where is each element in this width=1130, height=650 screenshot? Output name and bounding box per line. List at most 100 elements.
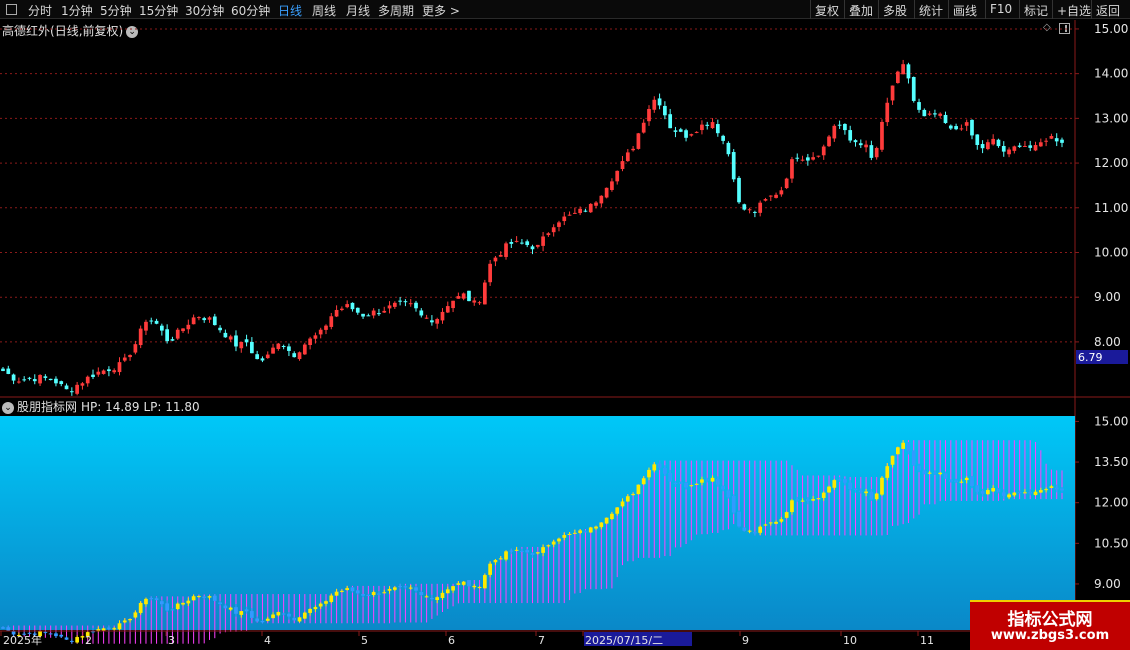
candle-body-88 — [467, 290, 471, 302]
sub-tick-label-4: 9.00 — [1094, 577, 1121, 591]
sub-candle-body-15 — [80, 636, 85, 638]
candlestick-chart[interactable]: 15.00 14.00 13.00 12.00 11.00 10.00 9.00 8.00 6.… — [0, 0, 1130, 650]
sub-candle-body-185 — [980, 491, 985, 494]
sub-candle-body-38 — [202, 596, 207, 598]
candle-body-186 — [986, 142, 990, 150]
sub-candle-body-105 — [557, 538, 561, 542]
sub-candle-body-152 — [805, 499, 810, 502]
sub-chart — [0, 416, 1075, 644]
time-label-5: 6 — [448, 634, 455, 647]
candle-body-163 — [864, 144, 868, 148]
candle-body-145 — [768, 195, 773, 197]
candle-body-83 — [440, 311, 445, 321]
sub-candle-body-125 — [663, 468, 667, 474]
time-label-7: 2025/07/15/二 — [585, 634, 663, 647]
sub-candle-body-134 — [710, 477, 715, 482]
candle-body-170 — [901, 64, 906, 75]
sub-candle-body-31 — [165, 603, 169, 611]
candle-body-148 — [784, 178, 789, 189]
time-label-1: 2 — [85, 634, 92, 647]
time-label-8: 9 — [742, 634, 749, 647]
collapse-circle-icon[interactable]: ⌄ — [2, 402, 14, 414]
candle-body-47 — [250, 341, 254, 354]
sub-candle-body-64 — [340, 590, 344, 592]
sub-candle-body-116 — [615, 507, 620, 514]
candle-body-86 — [456, 296, 461, 299]
sub-candle-body-151 — [800, 500, 805, 502]
sub-candle-body-170 — [901, 442, 906, 449]
candle-body-198 — [1049, 136, 1054, 139]
candle-body-120 — [636, 133, 641, 149]
candle-body-141 — [747, 209, 752, 211]
candle-body-35 — [186, 324, 191, 330]
sub-candle-body-41 — [218, 602, 222, 604]
sub-candle-body-90 — [477, 586, 482, 588]
candle-body-114 — [604, 187, 609, 198]
candle-body-0 — [1, 368, 5, 372]
candle-body-15 — [80, 383, 85, 386]
sub-candle-body-69 — [366, 594, 371, 596]
candle-body-40 — [212, 316, 217, 326]
sub-candle-body-120 — [636, 484, 641, 495]
sub-candle-body-83 — [440, 592, 445, 599]
sub-candle-body-13 — [69, 640, 74, 642]
sub-candle-body-111 — [588, 527, 593, 533]
sub-candle-body-176 — [933, 472, 937, 474]
sub-candle-body-140 — [742, 527, 747, 531]
sub-candle-body-71 — [377, 593, 381, 595]
candle-body-42 — [223, 332, 228, 338]
sub-candle-body-128 — [678, 482, 683, 484]
sub-candle-body-160 — [848, 482, 853, 490]
candle-body-122 — [647, 108, 651, 122]
sub-candle-body-181 — [959, 481, 964, 483]
candle-body-27 — [144, 321, 148, 331]
candle-body-104 — [551, 227, 556, 233]
sub-candle-body-88 — [467, 580, 471, 587]
sub-candle-body-58 — [308, 608, 312, 613]
candle-body-39 — [207, 317, 212, 320]
stock-chart-app: 分时 1分钟 5分钟 15分钟 30分钟 60分钟 日线 周线 月线 多周期 更多 > 复权 叠加 多股统… — [0, 0, 1130, 650]
sub-candle-body-35 — [186, 600, 191, 604]
time-label-4: 5 — [361, 634, 368, 647]
candle-body-3 — [17, 381, 21, 383]
candle-body-137 — [726, 142, 731, 155]
candle-body-124 — [657, 98, 662, 106]
candle-body-90 — [477, 302, 482, 304]
sub-candle-body-97 — [514, 549, 519, 551]
sub-candle-body-102 — [541, 547, 545, 553]
sub-candle-body-42 — [223, 605, 228, 609]
candle-body-66 — [350, 302, 355, 310]
sub-candle-body-119 — [631, 494, 635, 496]
candle-body-98 — [520, 242, 524, 244]
candle-body-43 — [228, 336, 233, 340]
sub-candle-body-27 — [144, 598, 148, 605]
candle-body-44 — [234, 335, 238, 347]
candle-body-199 — [1054, 138, 1059, 142]
sub-candle-body-196 — [1038, 490, 1043, 493]
candle-body-7 — [38, 374, 42, 384]
sub-candle-body-137 — [726, 490, 731, 498]
sub-tick-label-0: 15.00 — [1094, 414, 1128, 428]
sub-candle-body-48 — [255, 618, 260, 622]
candle-body-200 — [1060, 139, 1064, 143]
sub-candle-body-127 — [673, 482, 678, 484]
candle-body-109 — [578, 208, 583, 214]
candle-body-2 — [11, 374, 16, 381]
lp-value: LP: 11.80 — [143, 400, 200, 414]
sub-candle-body-81 — [430, 597, 434, 600]
candle-body-71 — [377, 313, 381, 315]
candle-body-100 — [530, 246, 535, 250]
sub-candle-body-109 — [578, 530, 583, 533]
sub-candle-body-34 — [181, 602, 185, 605]
candle-body-41 — [218, 327, 222, 331]
candle-body-25 — [133, 344, 138, 353]
candle-body-129 — [684, 130, 688, 138]
candle-body-139 — [737, 177, 741, 203]
sub-candle-body-50 — [265, 618, 270, 621]
candle-body-30 — [159, 325, 164, 331]
candle-body-179 — [948, 125, 953, 129]
sub-candle-body-142 — [753, 532, 757, 534]
candle-body-81 — [430, 320, 434, 323]
candle-body-157 — [832, 125, 837, 139]
sub-candle-body-12 — [64, 637, 69, 640]
